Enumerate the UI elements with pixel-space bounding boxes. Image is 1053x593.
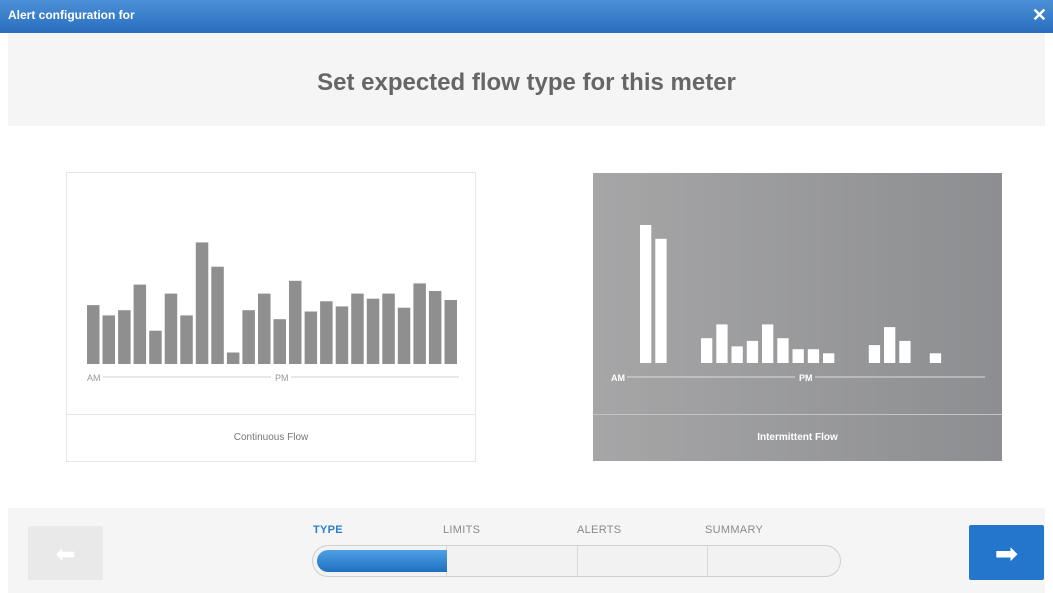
flow-bar bbox=[87, 305, 100, 364]
flow-bar bbox=[273, 319, 286, 364]
intermittent-flow-label: Intermittent Flow bbox=[593, 414, 1002, 461]
flow-bar bbox=[366, 298, 380, 364]
continuous-flow-chart: AM PM bbox=[87, 242, 459, 383]
flow-bar bbox=[716, 324, 728, 363]
flow-bar bbox=[335, 306, 349, 364]
axis-label-am: AM bbox=[87, 373, 101, 383]
arrow-right-icon: ➡ bbox=[994, 538, 1019, 569]
flow-bar bbox=[258, 293, 271, 364]
page-header: Set expected flow type for this meter bbox=[8, 33, 1045, 126]
flow-bar bbox=[211, 266, 224, 364]
wizard-steps: TYPE LIMITS ALERTS SUMMARY bbox=[313, 524, 843, 538]
flow-bar bbox=[428, 291, 442, 364]
flow-bar bbox=[320, 301, 333, 364]
flow-bar bbox=[226, 352, 240, 364]
flow-bar bbox=[746, 340, 759, 363]
flow-bar bbox=[884, 327, 896, 363]
continuous-flow-label: Continuous Flow bbox=[67, 414, 475, 461]
axis-label-am: AM bbox=[611, 373, 625, 383]
next-button[interactable]: ➡ bbox=[969, 525, 1044, 580]
flow-bar bbox=[149, 330, 162, 364]
continuous-flow-option[interactable]: AM PM Continuous Flow bbox=[66, 172, 476, 462]
progress-segment bbox=[447, 546, 578, 576]
progress-fill bbox=[317, 550, 447, 572]
dialog-titlebar: Alert configuration for ✕ bbox=[0, 0, 1053, 33]
flow-bar bbox=[807, 349, 820, 363]
flow-bar bbox=[397, 307, 411, 364]
axis-label-pm: PM bbox=[275, 373, 289, 383]
flow-bar bbox=[444, 300, 457, 364]
flow-bar bbox=[133, 284, 147, 364]
intermittent-flow-option[interactable]: AM PM Intermittent Flow bbox=[593, 173, 1002, 461]
flow-bar bbox=[929, 353, 942, 363]
step-type[interactable]: TYPE bbox=[313, 524, 343, 536]
flow-bar bbox=[899, 340, 911, 363]
flow-bar bbox=[640, 225, 652, 363]
close-icon[interactable]: ✕ bbox=[1032, 5, 1047, 25]
flow-bar bbox=[792, 349, 804, 363]
flow-bar bbox=[242, 310, 255, 364]
flow-bar bbox=[164, 293, 178, 364]
flow-bar bbox=[762, 324, 774, 363]
progress-segment bbox=[578, 546, 708, 576]
arrow-left-icon: ⬅ bbox=[55, 541, 76, 568]
flow-bar bbox=[777, 338, 789, 363]
back-button[interactable]: ⬅ bbox=[28, 526, 103, 580]
page-title: Set expected flow type for this meter bbox=[317, 69, 736, 96]
flow-bar bbox=[382, 293, 395, 364]
flow-bar bbox=[118, 310, 131, 364]
axis-label-pm: PM bbox=[799, 373, 813, 383]
flow-bar bbox=[823, 353, 835, 363]
wizard-footer: ⬅ TYPE LIMITS ALERTS SUMMARY ➡ bbox=[8, 508, 1045, 593]
flow-bar bbox=[701, 338, 713, 363]
flow-bar bbox=[180, 315, 193, 364]
wizard-progress-bar bbox=[312, 545, 841, 577]
step-limits[interactable]: LIMITS bbox=[443, 524, 480, 536]
flow-bar bbox=[289, 280, 302, 364]
flow-bar bbox=[195, 242, 209, 364]
dialog-title: Alert configuration for bbox=[8, 8, 135, 22]
intermittent-flow-chart: AM PM bbox=[611, 225, 985, 383]
step-summary[interactable]: SUMMARY bbox=[705, 524, 763, 536]
flow-bar bbox=[304, 311, 318, 364]
flow-bar bbox=[731, 346, 743, 363]
flow-bar bbox=[413, 283, 426, 364]
flow-bar bbox=[351, 293, 364, 364]
flow-bar bbox=[102, 315, 115, 364]
flow-bar bbox=[655, 238, 667, 363]
step-alerts[interactable]: ALERTS bbox=[577, 524, 621, 536]
flow-bar bbox=[868, 345, 881, 363]
